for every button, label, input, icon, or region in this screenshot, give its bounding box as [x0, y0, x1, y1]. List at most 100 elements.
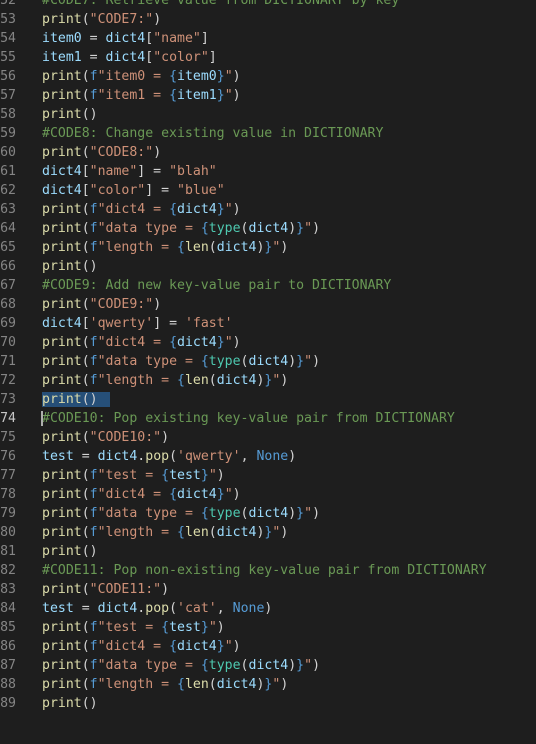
line-code[interactable]: print("CODE10:") [42, 428, 169, 447]
code-line[interactable]: 62 dict4["color"] = "blue" [0, 181, 536, 200]
line-number: 85 [0, 620, 16, 635]
line-code[interactable]: #CODE9: Add new key-value pair to DICTIO… [42, 276, 391, 295]
code-line[interactable]: 72 print(f"length = {len(dict4)}") [0, 371, 536, 390]
code-line[interactable]: 58 print() [0, 105, 536, 124]
code-line[interactable]: 67 #CODE9: Add new key-value pair to DICT… [0, 276, 536, 295]
line-code[interactable]: print() [42, 542, 98, 561]
line-code[interactable]: #CODE7: Retrieve value from DICTIONARY b… [42, 0, 399, 10]
code-line[interactable]: 78 print(f"dict4 = {dict4}") [0, 485, 536, 504]
code-line[interactable]: 84 test = dict4.pop('cat', None) [0, 599, 536, 618]
line-code[interactable]: print(f"length = {len(dict4)}") [42, 523, 288, 542]
line-code[interactable]: print("CODE9:") [42, 295, 161, 314]
code-token: } [296, 658, 305, 673]
code-line[interactable]: 83 print("CODE11:") [0, 580, 536, 599]
code-token: ) [312, 221, 321, 236]
code-line[interactable]: 85 print(f"test = {test}") [0, 618, 536, 637]
code-token: print [42, 430, 82, 445]
text-selection[interactable]: print() [42, 392, 110, 407]
line-code[interactable]: print() [42, 105, 98, 124]
code-line[interactable]: 56 print(f"item0 = {item0}") [0, 67, 536, 86]
code-token: dict4 [42, 183, 82, 198]
code-token: "length = [97, 525, 178, 540]
code-token: "CODE9:" [89, 297, 154, 312]
line-code[interactable]: print(f"test = {test}") [42, 618, 225, 637]
code-line[interactable]: 89 print() [0, 694, 536, 713]
code-line[interactable]: 64 print(f"data type = {type(dict4)}") [0, 219, 536, 238]
code-line[interactable]: 57 print(f"item1 = {item1}") [0, 86, 536, 105]
code-token: ) [161, 430, 170, 445]
line-code[interactable]: print(f"dict4 = {dict4}") [42, 333, 241, 352]
code-token: "data type = [97, 354, 201, 369]
code-token: f [89, 677, 98, 692]
code-token: f [89, 69, 98, 84]
code-token: f [89, 525, 98, 540]
code-line[interactable]: 68 print("CODE9:") [0, 295, 536, 314]
code-editor[interactable]: 52 #CODE7: Retrieve value from DICTIONARY… [0, 0, 536, 744]
code-token: , [240, 449, 257, 464]
line-code[interactable]: print(f"data type = {type(dict4)}") [42, 504, 320, 523]
code-lines[interactable]: 52 #CODE7: Retrieve value from DICTIONARY… [0, 0, 536, 713]
code-line[interactable]: 88 print(f"length = {len(dict4)}") [0, 675, 536, 694]
line-code[interactable]: #CODE10: Pop existing key-value pair fro… [42, 409, 455, 428]
code-line[interactable]: 86 print(f"dict4 = {dict4}") [0, 637, 536, 656]
line-code[interactable]: dict4["name"] = "blah" [42, 162, 217, 181]
line-code[interactable]: #CODE11: Pop non-existing key-value pair… [42, 561, 487, 580]
code-line[interactable]: 74 #CODE10: Pop existing key-value pair f… [0, 409, 536, 428]
code-line[interactable]: 79 print(f"data type = {type(dict4)}") [0, 504, 536, 523]
line-code[interactable]: print(f"data type = {type(dict4)}") [42, 219, 320, 238]
code-line[interactable]: 59 #CODE8: Change existing value in DICTI… [0, 124, 536, 143]
code-line[interactable]: 63 print(f"dict4 = {dict4}") [0, 200, 536, 219]
code-line[interactable]: 71 print(f"data type = {type(dict4)}") [0, 352, 536, 371]
line-code[interactable]: print() [42, 694, 98, 713]
line-code[interactable]: print(f"length = {len(dict4)}") [42, 371, 288, 390]
line-code[interactable]: test = dict4.pop('cat', None) [42, 599, 272, 618]
line-code[interactable]: print(f"item0 = {item0}") [42, 67, 241, 86]
code-line[interactable]: 76 test = dict4.pop('qwerty', None) [0, 447, 536, 466]
line-code[interactable]: print() [42, 390, 110, 409]
code-token: " [304, 354, 313, 369]
line-code[interactable]: print(f"test = {test}") [42, 466, 225, 485]
line-code[interactable]: print("CODE11:") [42, 580, 169, 599]
line-code[interactable]: print("CODE7:") [42, 10, 161, 29]
code-token: dict4 [216, 525, 257, 540]
code-token: print [42, 506, 82, 521]
line-code[interactable]: print(f"length = {len(dict4)}") [42, 675, 288, 694]
line-code[interactable]: dict4['qwerty'] = 'fast' [42, 314, 233, 333]
code-line[interactable]: 66 print() [0, 257, 536, 276]
code-line[interactable]: 65 print(f"length = {len(dict4)}") [0, 238, 536, 257]
line-code[interactable]: dict4["color"] = "blue" [42, 181, 225, 200]
line-code[interactable]: print(f"length = {len(dict4)}") [42, 238, 288, 257]
code-line[interactable]: 60 print("CODE8:") [0, 143, 536, 162]
code-line[interactable]: 61 dict4["name"] = "blah" [0, 162, 536, 181]
code-token: pop [145, 601, 170, 616]
code-line[interactable]: 73 print() [0, 390, 536, 409]
line-code[interactable]: print(f"dict4 = {dict4}") [42, 485, 241, 504]
line-code[interactable]: print(f"data type = {type(dict4)}") [42, 656, 320, 675]
code-token: print [42, 639, 82, 654]
code-line[interactable]: 80 print(f"length = {len(dict4)}") [0, 523, 536, 542]
code-token: ( [240, 506, 249, 521]
line-code[interactable]: print(f"data type = {type(dict4)}") [42, 352, 320, 371]
code-line[interactable]: 70 print(f"dict4 = {dict4}") [0, 333, 536, 352]
text-cursor [41, 411, 43, 426]
line-code[interactable]: print() [42, 257, 98, 276]
code-line[interactable]: 54 item0 = dict4["name"] [0, 29, 536, 48]
line-code[interactable]: print(f"dict4 = {dict4}") [42, 200, 241, 219]
line-code[interactable]: print(f"item1 = {item1}") [42, 86, 241, 105]
code-line[interactable]: 87 print(f"data type = {type(dict4)}") [0, 656, 536, 675]
code-line[interactable]: 53 print("CODE7:") [0, 10, 536, 29]
line-code[interactable]: item0 = dict4["name"] [42, 29, 209, 48]
code-line[interactable]: 77 print(f"test = {test}") [0, 466, 536, 485]
line-code[interactable]: test = dict4.pop('qwerty', None) [42, 447, 296, 466]
code-line[interactable]: 82 #CODE11: Pop non-existing key-value pa… [0, 561, 536, 580]
code-token: ) [280, 240, 289, 255]
line-code[interactable]: print("CODE8:") [42, 143, 161, 162]
line-code[interactable]: item1 = dict4["color"] [42, 48, 217, 67]
code-line[interactable]: 75 print("CODE10:") [0, 428, 536, 447]
code-line[interactable]: 69 dict4['qwerty'] = 'fast' [0, 314, 536, 333]
code-line[interactable]: 52 #CODE7: Retrieve value from DICTIONARY… [0, 0, 536, 10]
line-code[interactable]: #CODE8: Change existing value in DICTION… [42, 124, 383, 143]
code-line[interactable]: 55 item1 = dict4["color"] [0, 48, 536, 67]
code-line[interactable]: 81 print() [0, 542, 536, 561]
line-code[interactable]: print(f"dict4 = {dict4}") [42, 637, 241, 656]
